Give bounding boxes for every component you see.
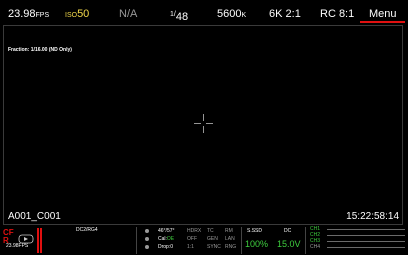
rng-label: RNG: [225, 244, 237, 250]
media-label: S.SSD: [247, 228, 263, 234]
clip-name: A001_C001: [8, 211, 61, 222]
lan-label: LAN: [225, 236, 235, 242]
fps-small: 23.98FPS: [6, 243, 29, 249]
crosshair-icon: [194, 114, 213, 133]
timecode: 15:22:58:14: [346, 211, 399, 222]
fps-unit: FPS: [35, 12, 50, 19]
menu-button[interactable]: Menu: [369, 8, 397, 21]
bottom-status-bar: CF R 23.98FPS DC2/RG4 46°/57° Cal:OE Dro…: [0, 226, 408, 255]
divider: [136, 227, 137, 254]
tilt-readout: 46°/57°: [158, 228, 175, 234]
rm-label: RM: [225, 228, 233, 234]
audio-meter-left: [37, 228, 39, 253]
menu-label: Menu: [369, 8, 397, 20]
menu-active-indicator: [360, 21, 405, 23]
iso-value: 50: [77, 8, 90, 20]
compression-value: RC 8:1: [320, 8, 355, 20]
status-dot-icon: [145, 237, 149, 241]
audio-meter-right: [40, 228, 42, 253]
preview-viewport[interactable]: Fraction: 1/16.00 (ND Only) A001_C001 15…: [3, 25, 403, 225]
fstop-value: N/A: [119, 8, 138, 20]
fraction-readout: Fraction: 1/16.00 (ND Only): [8, 47, 72, 53]
channel-meter: [327, 229, 405, 230]
top-status-bar: 23.98FPS ISO50 N/A 1/48 5600K 6K 2:1 RC …: [0, 0, 408, 24]
channel-meter: [327, 241, 405, 242]
resolution-button[interactable]: 6K 2:1: [269, 8, 301, 21]
ratio-value: 1:1: [187, 244, 194, 250]
cal-value: OE: [166, 236, 175, 242]
cal-label: Cal:: [158, 236, 167, 242]
tc-label: TC: [207, 228, 214, 234]
cal-readout: Cal:OE: [158, 236, 174, 242]
white-balance-button[interactable]: 5600K: [217, 8, 246, 22]
divider: [241, 227, 242, 254]
drop-readout: Drop:0: [158, 244, 174, 250]
fps-button[interactable]: 23.98FPS: [8, 8, 49, 22]
fstop-button[interactable]: N/A: [119, 8, 137, 21]
power-label: DC: [284, 228, 292, 234]
wb-value: 5600: [217, 8, 242, 20]
wb-unit: K: [241, 12, 247, 19]
compression-button[interactable]: RC 8:1: [320, 8, 354, 21]
sync-label: SYNC: [207, 244, 221, 250]
shutter-button[interactable]: 1/48: [170, 8, 188, 24]
channel-meter: [327, 247, 405, 248]
resolution-value: 6K: [269, 8, 283, 20]
resolution-ratio: 2:1: [285, 8, 301, 20]
hdrx-label: HDRX: [187, 228, 202, 234]
gen-label: GEN: [207, 236, 218, 242]
channel-meter: [327, 235, 405, 236]
hdrx-value: OFF: [187, 236, 197, 242]
fps-value: 23.98: [8, 8, 36, 20]
iso-label: ISO: [65, 12, 78, 19]
status-dot-icon: [145, 229, 149, 233]
channel-4-label: CH4: [310, 244, 321, 250]
power-voltage: 15.0V: [277, 239, 301, 249]
status-dot-icon: [145, 245, 149, 249]
divider: [305, 227, 306, 254]
shutter-value: 48: [175, 11, 189, 23]
codec-label: DC2/RG4: [76, 227, 98, 233]
media-remaining: 100%: [245, 239, 269, 249]
iso-button[interactable]: ISO50: [65, 8, 89, 22]
